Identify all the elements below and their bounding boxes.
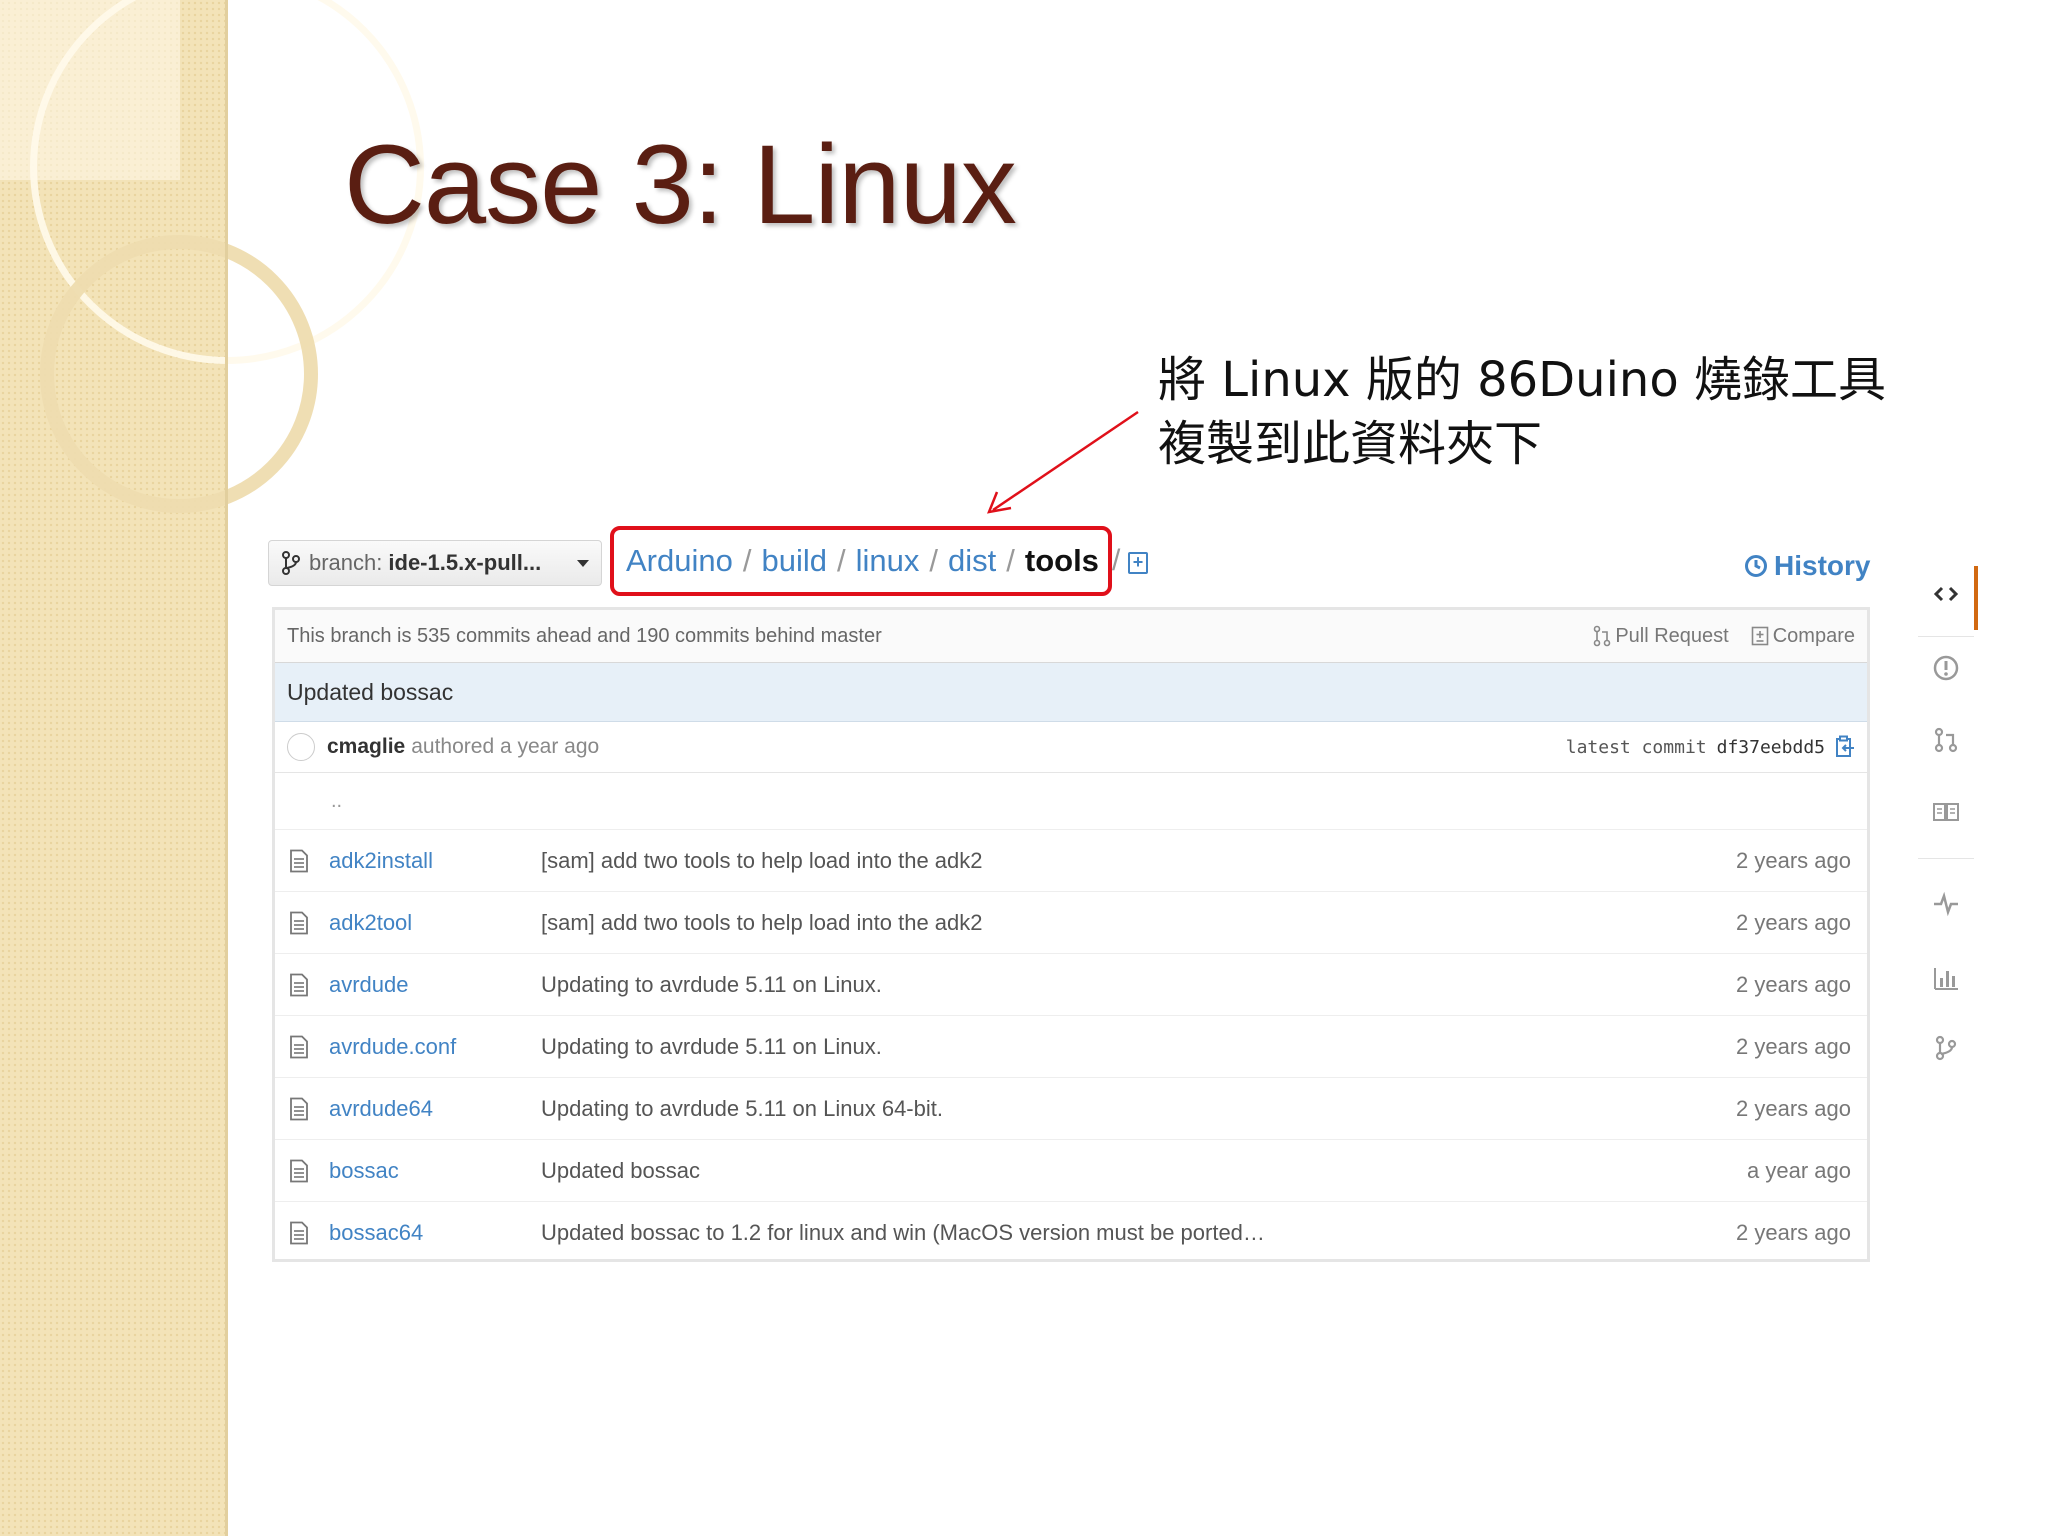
table-row: avrdude Updating to avrdude 5.11 on Linux…: [275, 954, 1867, 1016]
breadcrumb-current: tools: [1024, 543, 1099, 578]
decoration-ring-small: [40, 235, 318, 513]
file-name-link[interactable]: avrdude: [329, 972, 541, 998]
file-icon: [290, 1221, 308, 1244]
commit-sha[interactable]: df37eebdd5: [1717, 737, 1825, 758]
network-icon[interactable]: [1932, 1034, 1960, 1062]
graphs-icon[interactable]: [1932, 964, 1960, 992]
breadcrumb-dist[interactable]: dist: [948, 543, 996, 579]
file-icon: [290, 1097, 308, 1120]
file-name-link[interactable]: bossac: [329, 1158, 541, 1184]
history-icon: [1745, 555, 1767, 577]
chevron-down-icon: [577, 559, 589, 567]
table-row: bossac Updated bossac a year ago: [275, 1140, 1867, 1202]
file-name-link[interactable]: adk2install: [329, 848, 541, 874]
history-link[interactable]: History: [1744, 550, 1870, 582]
table-row: adk2tool [sam] add two tools to help load…: [275, 892, 1867, 954]
breadcrumb-separator: /: [1006, 543, 1015, 578]
issues-icon[interactable]: [1932, 654, 1960, 682]
branch-tracker: This branch is 535 commits ahead and 190…: [275, 610, 1867, 663]
file-age: 2 years ago: [1736, 1033, 1851, 1059]
pull-request-icon: [1594, 625, 1611, 647]
annotation-line-2: 複製到此資料夾下: [1158, 416, 1543, 472]
tracker-text: This branch is 535 commits ahead and 190…: [287, 624, 882, 647]
pull-request-label: Pull Request: [1615, 624, 1729, 647]
commit-author[interactable]: cmaglie: [327, 735, 405, 759]
new-file-icon[interactable]: +: [1128, 552, 1148, 574]
wiki-icon[interactable]: [1932, 798, 1960, 826]
file-age: 2 years ago: [1736, 1219, 1851, 1245]
file-age: 2 years ago: [1736, 971, 1851, 997]
branch-selector[interactable]: branch: ide-1.5.x-pull...: [268, 540, 602, 586]
commit-authored-time: authored a year ago: [411, 735, 600, 758]
slide-title: Case 3: Linux: [344, 122, 1017, 247]
branch-label: branch:: [309, 550, 383, 575]
branch-value: ide-1.5.x-pull...: [388, 550, 542, 575]
file-age: 2 years ago: [1736, 1095, 1851, 1121]
file-age: 2 years ago: [1736, 847, 1851, 873]
file-icon: [290, 1159, 308, 1182]
pull-request-icon[interactable]: [1932, 726, 1960, 754]
file-name-link[interactable]: avrdude64: [329, 1096, 541, 1122]
file-name-link[interactable]: avrdude.conf: [329, 1034, 541, 1060]
table-row: avrdude.conf Updating to avrdude 5.11 on …: [275, 1016, 1867, 1078]
tracker-actions: Pull Request Compare: [1593, 625, 1855, 648]
breadcrumb-separator: /: [836, 543, 846, 578]
table-row: adk2install [sam] add two tools to help l…: [275, 830, 1867, 892]
history-label: History: [1774, 550, 1871, 581]
breadcrumb-arduino[interactable]: Arduino: [626, 543, 733, 579]
breadcrumb-build[interactable]: build: [761, 543, 827, 579]
slide-decoration: [0, 0, 424, 1536]
file-commit-message[interactable]: [sam] add two tools to help load into th…: [541, 848, 1671, 874]
pull-request-button[interactable]: Pull Request: [1593, 624, 1729, 648]
active-nav-indicator: [1974, 566, 1978, 630]
nav-divider: [1918, 636, 1974, 637]
breadcrumb-separator: /: [929, 543, 938, 578]
file-age: 2 years ago: [1736, 909, 1851, 935]
code-icon[interactable]: [1932, 580, 1960, 608]
file-commit-message[interactable]: Updating to avrdude 5.11 on Linux 64-bit…: [541, 1096, 1671, 1122]
commit-title[interactable]: Updated bossac: [275, 663, 1867, 722]
latest-commit: latest commit df37eebdd5: [1566, 735, 1855, 759]
latest-commit-label: latest commit: [1565, 736, 1707, 758]
annotation-line-1: 將 Linux 版的 86Duino 燒錄工具: [1158, 352, 1886, 408]
parent-directory-link[interactable]: ..: [275, 773, 1867, 830]
file-commit-message[interactable]: [sam] add two tools to help load into th…: [541, 910, 1671, 936]
file-list: adk2install [sam] add two tools to help l…: [275, 830, 1867, 1263]
branch-icon: [282, 551, 300, 575]
file-icon: [290, 973, 308, 996]
compare-button[interactable]: Compare: [1751, 625, 1855, 648]
clipboard-icon[interactable]: [1835, 735, 1855, 759]
compare-label: Compare: [1772, 624, 1855, 647]
file-commit-message[interactable]: Updating to avrdude 5.11 on Linux.: [541, 1034, 1671, 1060]
file-name-link[interactable]: adk2tool: [329, 910, 541, 936]
file-icon: [290, 911, 308, 934]
file-icon: [290, 849, 308, 872]
file-icon: [290, 1035, 308, 1058]
table-row: avrdude64 Updating to avrdude 5.11 on Lin…: [275, 1078, 1867, 1140]
annotation-text: 將 Linux 版的 86Duino 燒錄工具 複製到此資料夾下: [1158, 348, 1886, 476]
file-name-link[interactable]: bossac64: [329, 1220, 541, 1246]
nav-divider: [1918, 858, 1974, 859]
pulse-icon[interactable]: [1932, 890, 1960, 918]
breadcrumb-trailing-separator: /: [1112, 544, 1121, 577]
breadcrumb-separator: /: [742, 543, 752, 578]
annotation-arrow: [987, 410, 1139, 514]
file-commit-message[interactable]: Updated bossac: [541, 1158, 1671, 1184]
file-age: a year ago: [1747, 1157, 1851, 1183]
compare-icon: [1751, 626, 1769, 646]
commit-meta: cmaglie authored a year ago latest commi…: [275, 722, 1867, 773]
avatar[interactable]: [287, 733, 315, 761]
breadcrumb: Arduino / build / linux / dist / tools: [610, 526, 1112, 596]
file-commit-message[interactable]: Updating to avrdude 5.11 on Linux.: [541, 972, 1671, 998]
file-commit-message[interactable]: Updated bossac to 1.2 for linux and win …: [541, 1220, 1671, 1246]
breadcrumb-linux[interactable]: linux: [856, 543, 920, 579]
file-table: This branch is 535 commits ahead and 190…: [272, 607, 1870, 1262]
table-row: bossac64 Updated bossac to 1.2 for linux …: [275, 1202, 1867, 1263]
repo-nav: [1912, 560, 1978, 1120]
decoration-edge: [225, 0, 228, 1536]
